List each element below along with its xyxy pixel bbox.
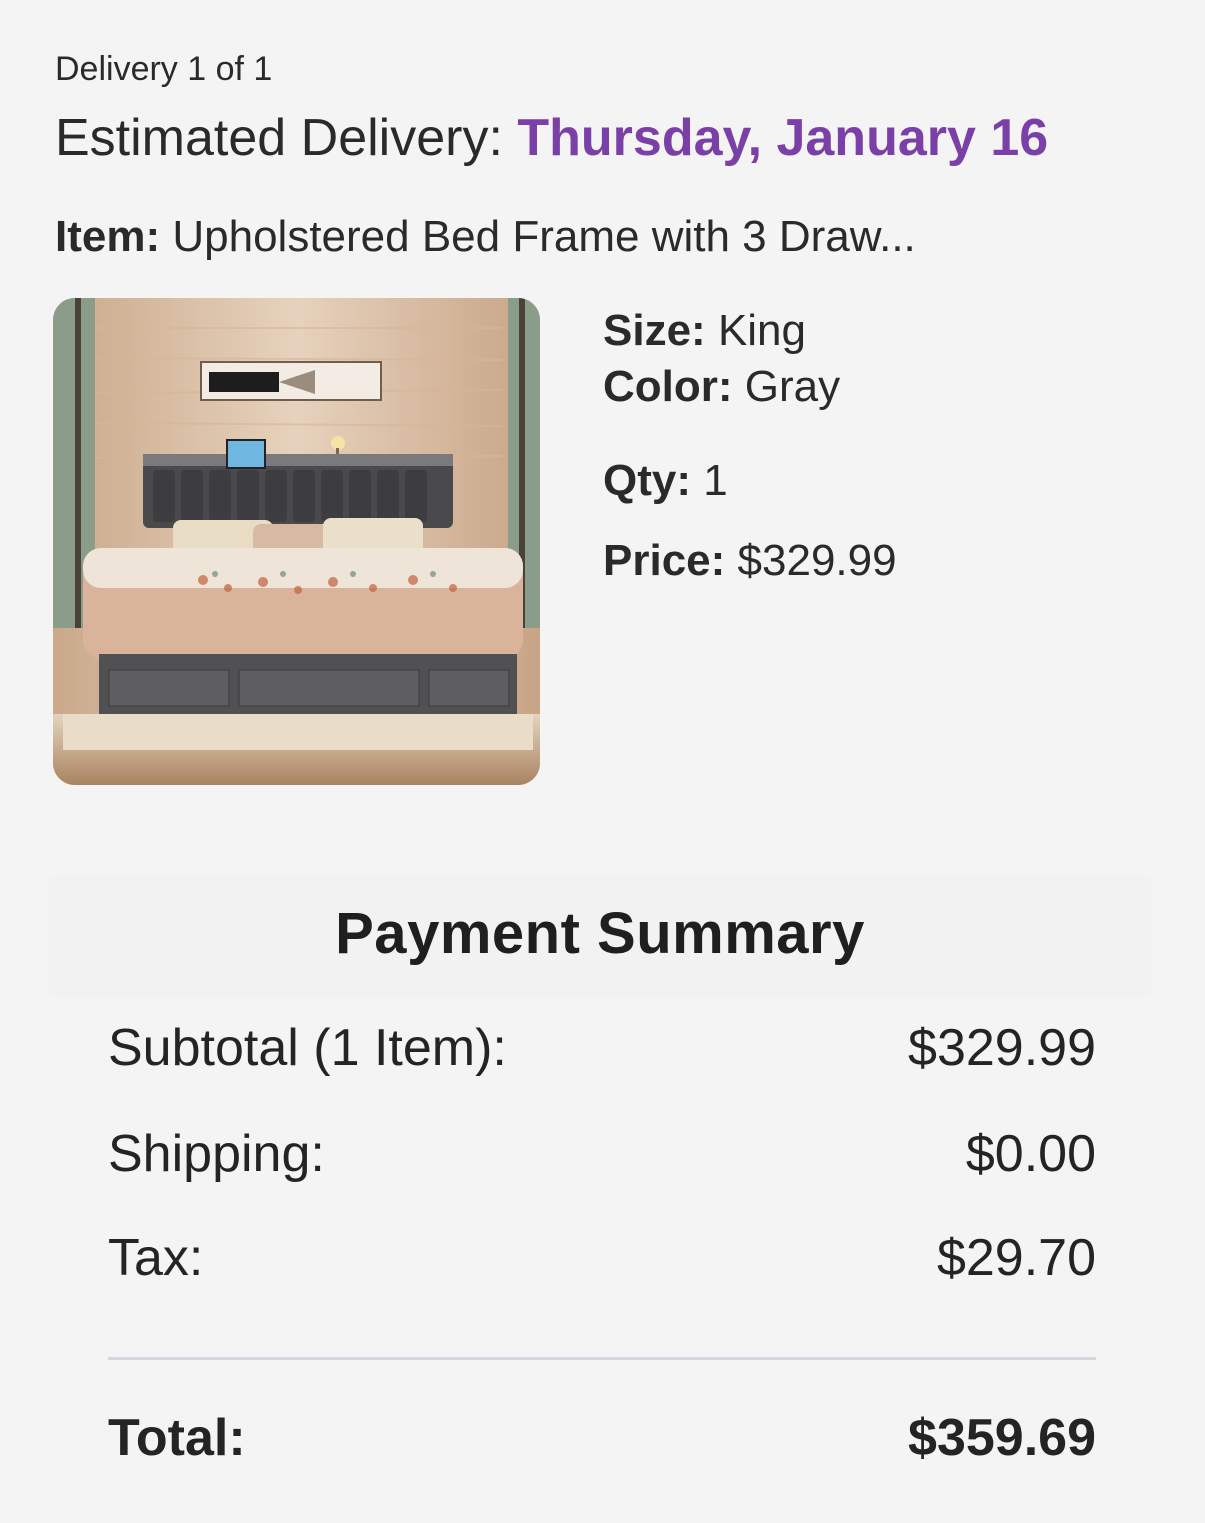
total-value: $359.69 (908, 1409, 1096, 1467)
tax-label: Tax: (108, 1229, 204, 1287)
qty-label: Qty: (603, 456, 691, 505)
attr-qty: Qty: 1 (603, 456, 728, 506)
bed-photo (53, 298, 540, 785)
color-value: Gray (744, 362, 841, 411)
size-label: Size: (603, 306, 706, 355)
price-label: Price: (603, 536, 726, 585)
delivery-count: Delivery 1 of 1 (55, 50, 273, 88)
summary-divider (108, 1357, 1096, 1360)
color-label: Color: (603, 362, 733, 411)
subtotal-value: $329.99 (908, 1019, 1096, 1077)
size-value: King (717, 306, 807, 355)
price-value: $329.99 (737, 536, 897, 585)
shipping-value: $0.00 (965, 1125, 1096, 1183)
product-image[interactable] (53, 298, 540, 785)
estimated-delivery-date: Thursday, January 16 (517, 109, 1049, 167)
attr-size: Size: King (603, 306, 806, 356)
attr-price: Price: $329.99 (603, 536, 897, 586)
attr-color: Color: Gray (603, 362, 840, 412)
total-label: Total: (108, 1409, 246, 1467)
tax-value: $29.70 (936, 1229, 1096, 1287)
item-name[interactable]: Upholstered Bed Frame with 3 Draw... (172, 212, 915, 261)
payment-summary-header: Payment Summary (52, 880, 1148, 992)
item-label: Item: (55, 212, 161, 261)
estimated-delivery-label: Estimated Delivery: (55, 109, 503, 167)
shipping-label: Shipping: (108, 1125, 325, 1183)
qty-value: 1 (703, 456, 728, 505)
subtotal-label: Subtotal (1 Item): (108, 1019, 507, 1077)
payment-summary-title: Payment Summary (335, 901, 865, 966)
item-line: Item: Upholstered Bed Frame with 3 Draw.… (55, 212, 916, 262)
estimated-delivery: Estimated Delivery: Thursday, January 16 (55, 108, 1048, 168)
